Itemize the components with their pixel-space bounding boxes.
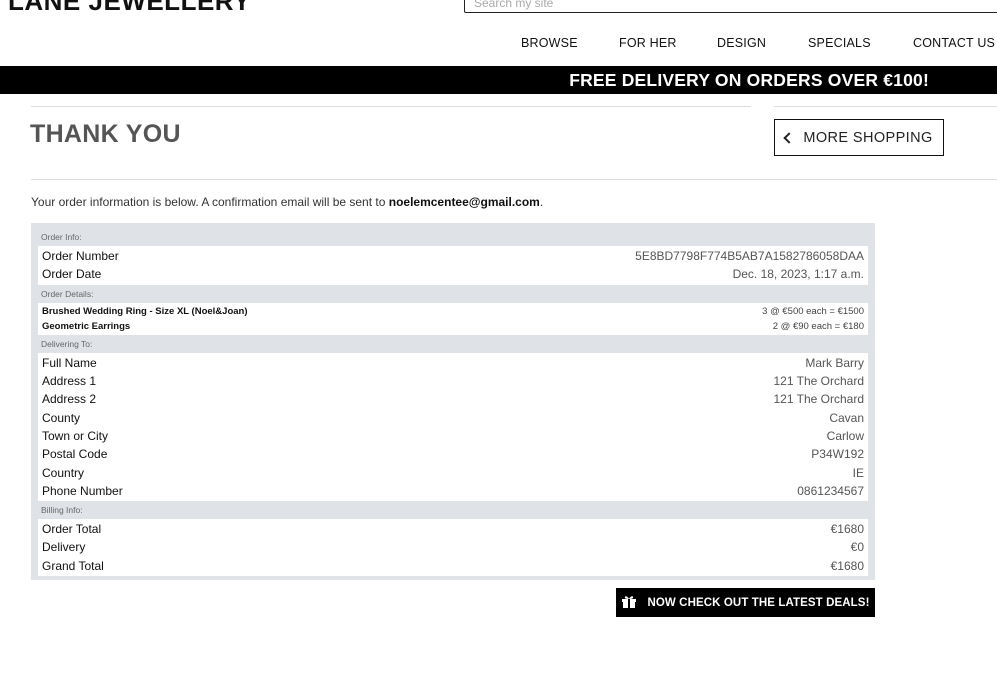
delivery-row: Town or City Carlow (42, 428, 864, 443)
confirmation-email: noelemcentee@gmail.com (388, 195, 540, 209)
billing-row: Delivery €0 (42, 540, 864, 555)
site-logo[interactable]: LANE JEWELLERY (8, 0, 251, 17)
nav-item-for-her[interactable]: FOR HER (619, 36, 677, 50)
delivery-row: County Cavan (42, 410, 864, 425)
promo-banner: FREE DELIVERY ON ORDERS OVER €100! (0, 66, 997, 94)
order-line-item: Brushed Wedding Ring - Size XL (Noel&Joa… (42, 305, 864, 317)
billing-row: Grand Total €1680 (42, 558, 864, 573)
delivery-row: Phone Number 0861234567 (42, 483, 864, 498)
order-intro-text: Your order information is below. A confi… (31, 195, 544, 209)
delivery-rows: Full Name Mark Barry Address 1 121 The Orc… (38, 352, 868, 501)
nav-item-contact-us[interactable]: CONTACT US (913, 36, 995, 50)
section-label-delivering-to: Delivering To: (41, 338, 93, 349)
order-row-date: Order Date Dec. 18, 2023, 1:17 a.m. (42, 267, 864, 282)
order-details-rows: Brushed Wedding Ring - Size XL (Noel&Joa… (38, 302, 868, 335)
delivery-row: Address 1 121 The Orchard (42, 374, 864, 389)
nav-item-browse[interactable]: BROWSE (521, 36, 578, 50)
chevron-left-icon (783, 132, 796, 144)
delivery-row: Address 2 121 The Orchard (42, 392, 864, 407)
billing-rows: Order Total €1680 Delivery €0 Grand Total €… (38, 518, 868, 576)
section-label-order-info: Order Info: (41, 232, 82, 242)
latest-deals-label: NOW CHECK OUT THE LATEST DEALS! (647, 596, 870, 609)
divider (774, 106, 997, 107)
nav-item-design[interactable]: DESIGN (717, 36, 766, 50)
delivery-row: Country IE (42, 465, 864, 480)
main-nav: BROWSE FOR HER DESIGN SPECIALS CONTACT U… (0, 36, 997, 52)
order-info-rows: Order Number 5E8BD7798F774B5AB7A158278605… (38, 246, 868, 285)
search-input[interactable] (464, 0, 997, 13)
delivery-row: Full Name Mark Barry (42, 355, 864, 370)
order-row-number: Order Number 5E8BD7798F774B5AB7A158278605… (42, 249, 864, 264)
promo-banner-text: FREE DELIVERY ON ORDERS OVER €100! (569, 70, 929, 90)
order-summary: Order Info: Order Number 5E8BD7798F774B5A… (31, 223, 875, 580)
order-line-item: Geometric Earrings 2 @ €90 each = €180 (42, 320, 864, 332)
billing-row: Order Total €1680 (42, 522, 864, 537)
delivery-row: Postal Code P34W192 (42, 447, 864, 462)
divider (31, 179, 997, 180)
page-title: THANK YOU (30, 120, 181, 148)
more-shopping-button[interactable]: MORE SHOPPING (774, 119, 944, 156)
section-label-billing-info: Billing Info: (41, 504, 83, 515)
more-shopping-label: MORE SHOPPING (803, 129, 933, 146)
section-label-order-details: Order Details: (41, 288, 94, 299)
gift-icon (621, 595, 637, 611)
nav-item-specials[interactable]: SPECIALS (808, 36, 871, 50)
latest-deals-button[interactable]: NOW CHECK OUT THE LATEST DEALS! (616, 588, 875, 617)
divider (31, 106, 751, 107)
